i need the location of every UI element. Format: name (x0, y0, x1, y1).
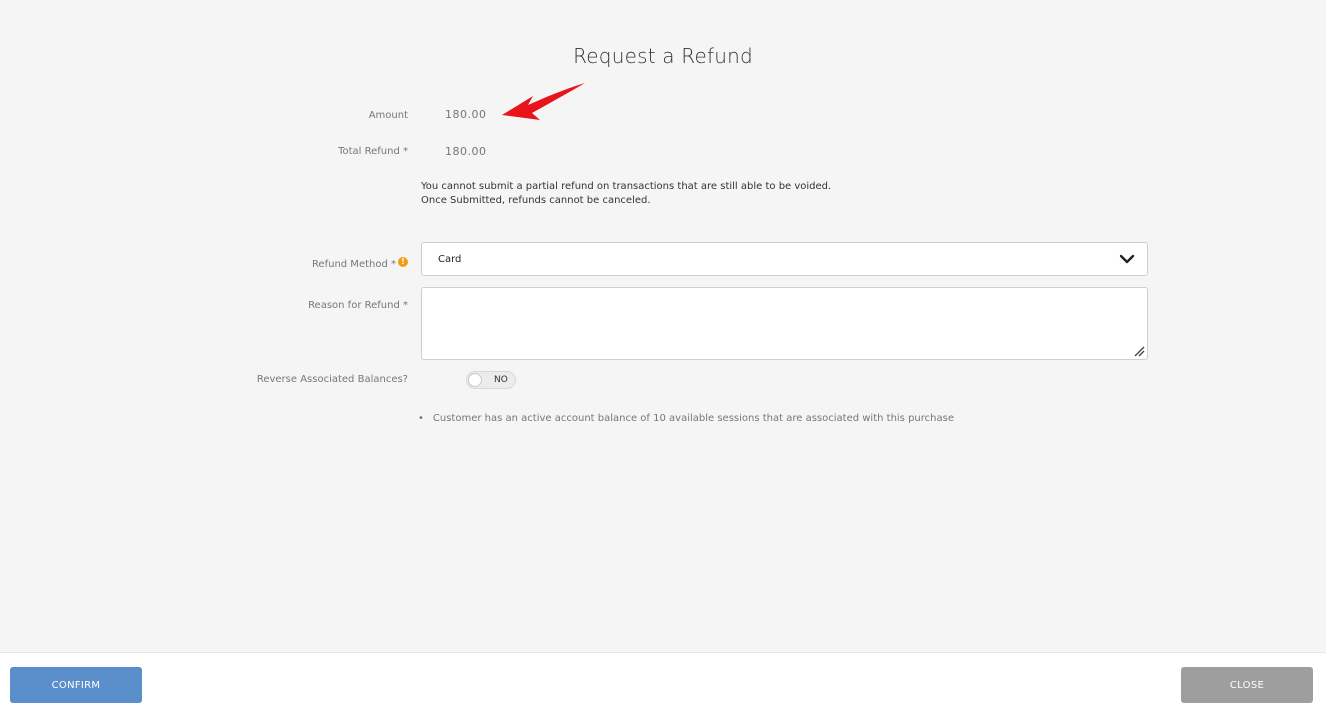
refund-method-label-text: Refund Method * (311, 259, 396, 270)
refund-method-selected: Card (438, 254, 462, 265)
resize-grip-icon[interactable] (1133, 345, 1145, 357)
amount-label: Amount (368, 110, 408, 121)
refund-method-select[interactable]: Card (421, 242, 1148, 276)
dialog-footer: CONFIRM CLOSE (0, 652, 1326, 715)
notice-line-2: Once Submitted, refunds cannot be cancel… (421, 195, 651, 206)
reverse-balances-label: Reverse Associated Balances? (256, 374, 408, 385)
toggle-state: NO (494, 375, 508, 385)
refund-method-label: Refund Method *! (311, 257, 408, 270)
reverse-balances-toggle[interactable]: NO (466, 371, 516, 389)
chevron-down-icon (1119, 254, 1135, 264)
total-refund-label: Total Refund * (338, 146, 408, 157)
total-refund-value: 180.00 (445, 145, 487, 158)
bullet-dot: • (418, 413, 424, 424)
notice-line-1: You cannot submit a partial refund on tr… (421, 181, 832, 192)
balance-note-text: Customer has an active account balance o… (432, 413, 954, 424)
info-icon[interactable]: ! (398, 257, 408, 267)
dialog-title: Request a Refund (573, 44, 753, 68)
confirm-button[interactable]: CONFIRM (10, 667, 142, 703)
refund-notice: You cannot submit a partial refund on tr… (421, 180, 831, 208)
reason-label: Reason for Refund * (308, 300, 408, 311)
balance-note: • Customer has an active account balance … (418, 413, 954, 424)
red-arrow-icon (502, 83, 585, 120)
close-button[interactable]: CLOSE (1181, 667, 1313, 703)
reason-textarea[interactable] (421, 287, 1148, 360)
toggle-knob (468, 373, 482, 387)
refund-dialog: Request a Refund Amount 180.00 Total Ref… (0, 0, 1326, 652)
amount-value: 180.00 (445, 108, 487, 121)
